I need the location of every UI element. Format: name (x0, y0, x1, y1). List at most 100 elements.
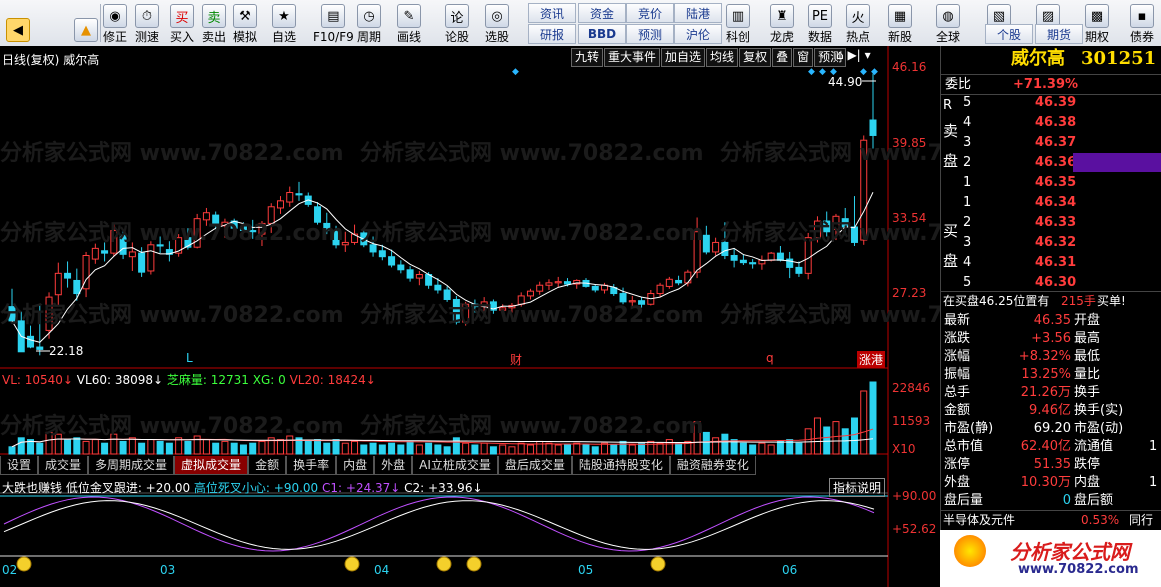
toolbar-text-button[interactable]: 期货 (1035, 24, 1083, 44)
candle-body (64, 272, 72, 279)
event-diamond-icon[interactable]: ◆ (871, 67, 878, 77)
toolbar-button-label: 新股 (888, 30, 913, 44)
toolbar-button-2[interactable]: 买买入 (170, 2, 194, 44)
event-diamond-icon[interactable]: ◆ (512, 67, 519, 77)
chart-top-button[interactable]: 加自选 (661, 48, 706, 67)
c1-line (3, 496, 875, 552)
chart-top-button[interactable]: 重大事件 (604, 48, 661, 67)
toolbar-text-button[interactable]: 预测 (626, 24, 674, 44)
nav-updown-button[interactable]: ▲ (74, 2, 98, 44)
chart-top-button[interactable]: 均线 (706, 48, 739, 67)
toolbar-text-button[interactable]: 资讯 (528, 3, 576, 23)
toolbar-button-label: 画线 (397, 30, 422, 44)
chart-area[interactable] (0, 46, 940, 587)
toolbar-button-12[interactable]: ♜ 龙虎 (770, 2, 794, 44)
toolbar-button-8[interactable]: ✎ 画线 (397, 2, 421, 44)
event-diamond-icon[interactable]: ◆ (808, 67, 815, 77)
toolbar-button-label: 测速 (135, 30, 160, 44)
toolbar-button-16[interactable]: ◍ 全球 (936, 2, 960, 44)
indicator-tab[interactable]: AI立桩成交量 (412, 456, 498, 475)
toolbar-button-6[interactable]: ▤ F10/F9 (313, 2, 354, 44)
orderbook-row[interactable]: 5 46.39 (941, 93, 1161, 112)
toolbar-button-11[interactable]: ▥ 科创 (726, 2, 750, 44)
toolbar-button-7[interactable]: ◷ 周期 (357, 2, 381, 44)
toolbar-text-button[interactable]: 个股 (985, 24, 1033, 44)
stock-name: 威尔高 (1011, 48, 1065, 69)
indicator-tab[interactable]: 设置 (0, 456, 39, 475)
toolbar-button-9[interactable]: 论论股 (445, 2, 469, 44)
indicator-tab[interactable]: 成交量 (38, 456, 89, 475)
chart-top-button[interactable]: 九转 (571, 48, 604, 67)
orderbook-row[interactable]: 1 46.35 (941, 173, 1161, 192)
indicator-tab[interactable]: 内盘 (336, 456, 375, 475)
toolbar-text-button[interactable]: BBD (578, 24, 626, 44)
chart-top-button[interactable]: 窗 (793, 48, 814, 67)
sector-row[interactable]: 半导体及元件 0.53% 同行 (941, 510, 1161, 530)
toolbar-text-button[interactable]: 研报 (528, 24, 576, 44)
event-diamond-icon[interactable]: ◆ (860, 67, 867, 77)
toolbar-button-13[interactable]: PE 数据 (808, 2, 832, 44)
level-number: 1 (963, 175, 972, 190)
toolbar-button-20[interactable]: ▪ 债券 (1130, 2, 1154, 44)
toolbar-button-14[interactable]: 火热点 (846, 2, 870, 44)
expand-right-icon[interactable]: ▶| (847, 48, 860, 62)
toolbar-button-label: 卖出 (202, 30, 227, 44)
indicator-tab[interactable]: 金额 (248, 456, 287, 475)
orderbook-row[interactable]: 2 46.36 (941, 153, 1161, 172)
chart-top-button[interactable]: 叠 (772, 48, 793, 67)
kline-chart[interactable] (0, 46, 940, 587)
candle-body (406, 269, 414, 279)
event-diamond-icon[interactable]: ◆ (830, 67, 837, 77)
volume-bar (119, 440, 127, 455)
indicator-help-button[interactable]: 指标说明 (829, 478, 886, 497)
orderbook-row[interactable]: 4 46.38 (941, 113, 1161, 132)
volume-bar (193, 435, 201, 455)
orderbook-row[interactable]: 3 46.32 (941, 233, 1161, 252)
indicator-tab[interactable]: 盘后成交量 (497, 456, 572, 475)
toolbar-button-1[interactable]: ⏱ 测速 (135, 2, 159, 44)
stat-value-2: 1 (1149, 439, 1158, 454)
candle-body (619, 293, 627, 303)
toolbar-icon: ⚒ (233, 4, 257, 28)
dropdown-icon[interactable]: ▾ (865, 48, 871, 62)
orderbook-row[interactable]: 5 46.30 (941, 273, 1161, 292)
indicator-tab[interactable]: 融资融券变化 (669, 456, 756, 475)
toolbar-button-5[interactable]: ★ 自选 (272, 2, 296, 44)
candle-body (517, 295, 525, 305)
toolbar-button-19[interactable]: ▩ 期权 (1085, 2, 1109, 44)
indicator-tab[interactable]: 多周期成交量 (88, 456, 175, 475)
toolbar-text-button[interactable]: 竞价 (626, 3, 674, 23)
volume-bar (45, 431, 53, 455)
toolbar-text-button[interactable]: 陆港 (674, 3, 722, 23)
back-button[interactable]: ◀ (6, 2, 30, 44)
toolbar-button-0[interactable]: ◉ 修正 (103, 2, 127, 44)
orderbook-row[interactable]: 4 46.31 (941, 253, 1161, 272)
buy-note-tag: 买单! (1097, 294, 1126, 308)
indicator-tab[interactable]: 外盘 (374, 456, 413, 475)
volume-bar (702, 431, 710, 455)
orderbook-row[interactable]: 1 46.34 (941, 193, 1161, 212)
volume-bar (175, 437, 183, 455)
candle-body (434, 284, 442, 291)
stat-value: 0 (1062, 493, 1071, 508)
toolbar-text-button[interactable]: 沪伦 (674, 24, 722, 44)
indicator-tab[interactable]: 陆股通持股变化 (571, 456, 670, 475)
toolbar-button-10[interactable]: ◎ 选股 (485, 2, 509, 44)
indicator-tab[interactable]: 换手率 (286, 456, 337, 475)
chart-top-button[interactable]: 复权 (739, 48, 772, 67)
volume-bar (545, 442, 553, 455)
lock-icon[interactable]: ⌂ (836, 48, 844, 62)
candle-body (721, 241, 729, 257)
event-diamond-icon[interactable]: ◆ (819, 67, 826, 77)
toolbar-button-4[interactable]: ⚒ 模拟 (233, 2, 257, 44)
indicator-tab[interactable]: 虚拟成交量 (174, 456, 249, 475)
sector-peers-button[interactable]: 同行 (1129, 511, 1153, 530)
orderbook-row[interactable]: 2 46.33 (941, 213, 1161, 232)
toolbar-button-15[interactable]: ▦ 新股 (888, 2, 912, 44)
orderbook-row[interactable]: 3 46.37 (941, 133, 1161, 152)
toolbar-button-3[interactable]: 卖卖出 (202, 2, 226, 44)
candle-body (101, 250, 109, 254)
stat-label-2: 开盘 (1074, 313, 1101, 328)
x-axis-label-04: 04 (374, 563, 390, 577)
toolbar-text-button[interactable]: 资金 (578, 3, 626, 23)
